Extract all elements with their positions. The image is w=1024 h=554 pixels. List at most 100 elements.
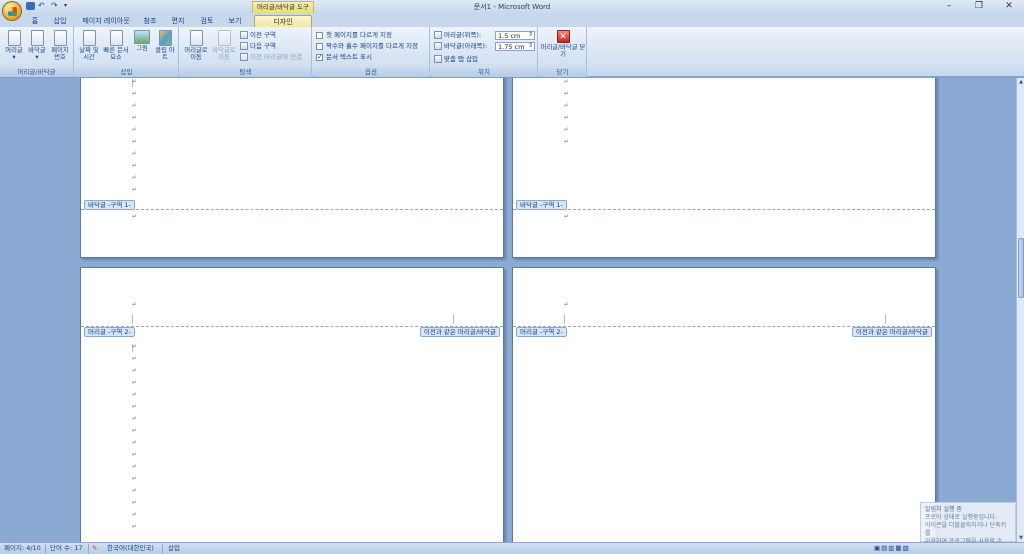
close-header-footer-button[interactable]: ✕ 머리글/바닥글 닫기 [540, 30, 586, 58]
go-to-header-label: 머리글로 이동 [184, 47, 208, 61]
paragraph-mark: ↵ [132, 511, 138, 518]
scroll-up-icon[interactable]: ▲ [1017, 78, 1024, 86]
margin-mark [132, 314, 133, 324]
tab-references[interactable]: 참조 [142, 15, 158, 27]
previous-section-icon [240, 31, 248, 39]
quick-parts-button[interactable]: 빠른 문서 요소 [103, 30, 129, 61]
page-indicator[interactable]: 페이지: 4/10 [4, 543, 41, 554]
clip-art-icon [158, 30, 172, 46]
date-time-button[interactable]: 날짜 및 시간 [77, 30, 101, 61]
status-divider [88, 544, 89, 553]
go-to-header-icon [189, 30, 203, 46]
different-odd-even-option[interactable]: 짝수와 홀수 페이지를 다르게 지정 [316, 41, 418, 51]
title-bar: 문서1 - Microsoft Word ↶ ↷ ▾ 머리글/바닥글 도구 – … [0, 0, 1024, 13]
office-button[interactable] [2, 1, 22, 21]
tab-mailings[interactable]: 편지 [170, 15, 186, 27]
paragraph-mark: ↵ [132, 439, 138, 446]
vertical-scrollbar[interactable]: ▲ ▼ [1016, 78, 1024, 542]
paragraph-mark: ↵ [564, 78, 570, 85]
header-button[interactable]: 머리글 ▾ [3, 30, 25, 61]
page-top-right[interactable]: ↵ ↵ ↵ ↵ ↵ ↵ 바닥글 -구역 1- ↵ [512, 78, 936, 258]
page-number-button[interactable]: 페이지 번호 [49, 30, 71, 61]
paragraph-mark: ↵ [132, 367, 138, 374]
header-paragraph-mark[interactable]: ↵ [132, 302, 140, 308]
paragraph-mark: ↵ [132, 499, 138, 506]
picture-button[interactable]: 그림 [131, 30, 153, 52]
show-document-text-checkbox[interactable] [316, 52, 323, 62]
footer-paragraph-mark[interactable]: ↵ [564, 214, 572, 220]
paragraph-mark: ↵ [564, 126, 570, 133]
footer-position-label: 바닥글(아래쪽): [444, 42, 488, 50]
paragraph-mark: ↵ [132, 463, 138, 470]
previous-section-button[interactable]: 이전 구역 [240, 30, 276, 40]
go-to-footer-button[interactable]: 바닥글로 이동 [210, 30, 238, 61]
group-position: 머리글(위쪽):1.5 cm 바닥글(아래쪽):1.75 cm 맞춤 탭 삽입 … [431, 27, 538, 77]
footer-position-spinner[interactable]: 1.75 cm [495, 42, 535, 51]
tab-review[interactable]: 검토 [198, 15, 216, 27]
customize-qat-icon[interactable]: ▾ [64, 2, 70, 10]
quick-parts-label: 빠른 문서 요소 [103, 47, 129, 61]
header-paragraph-mark[interactable]: ↵ [564, 302, 572, 308]
header-position-spinner[interactable]: 1.5 cm [495, 31, 535, 40]
word-count[interactable]: 단어 수: 17 [50, 543, 83, 554]
restore-icon[interactable]: ❐ [964, 0, 994, 12]
paragraph-mark: ↵ [132, 415, 138, 422]
page-bottom-right[interactable]: ↵ 머리글 -구역 2- 이전과 같은 머리글/바닥글 [512, 267, 936, 542]
group-label-insert: 삽입 [75, 68, 178, 77]
group-close: ✕ 머리글/바닥글 닫기 닫기 [539, 27, 587, 77]
same-as-previous-label: 이전과 같은 머리글/바닥글 [419, 327, 500, 337]
window-title: 문서1 - Microsoft Word [473, 3, 551, 11]
page-top-left[interactable]: ↵ ↵ ↵ ↵ ↵ ↵ ↵ ↵ ↵ ↵ 바닥글 -구역 1- ↵ [80, 78, 504, 258]
scrollbar-thumb[interactable] [1018, 238, 1024, 298]
paragraph-mark: ↵ [564, 90, 570, 97]
redo-icon[interactable]: ↷ [51, 2, 61, 10]
footer-paragraph-mark[interactable]: ↵ [132, 214, 140, 220]
save-icon[interactable] [26, 2, 35, 10]
paragraph-mark: ↵ [132, 162, 138, 169]
tab-page-layout[interactable]: 페이지 레이아웃 [80, 15, 132, 27]
go-to-header-button[interactable]: 머리글로 이동 [182, 30, 210, 61]
document-area[interactable]: ↵ ↵ ↵ ↵ ↵ ↵ ↵ ↵ ↵ ↵ 바닥글 -구역 1- ↵ ↵ ↵ ↵ ↵… [0, 78, 1016, 542]
notification-popup[interactable]: 알림처 실행 중 프로이 상태로 실행중입니다. 아이콘을 더블클릭하거나 단축… [920, 502, 1016, 553]
picture-label: 그림 [136, 45, 148, 52]
next-section-button[interactable]: 다음 구역 [240, 41, 276, 51]
insert-mode-indicator[interactable]: 삽입 [168, 543, 180, 554]
paragraph-mark: ↵ [132, 138, 138, 145]
paragraph-mark: ↵ [132, 487, 138, 494]
language-indicator[interactable]: 한국어(대한민국) [107, 543, 154, 554]
alignment-tab-icon [434, 55, 442, 63]
minimize-icon[interactable]: – [934, 0, 964, 12]
link-to-previous-button[interactable]: 이전 머리글에 연결 [240, 52, 302, 62]
insert-alignment-tab-button[interactable]: 맞춤 탭 삽입 [434, 54, 478, 64]
view-buttons-icon[interactable]: ▣▤▥▦▧ [874, 543, 910, 554]
quick-parts-icon [109, 30, 123, 46]
show-document-text-option[interactable]: 문서 텍스트 표시 [316, 52, 372, 62]
undo-icon[interactable]: ↶ [38, 2, 48, 10]
notification-title: 알림처 실행 중 [925, 506, 962, 513]
different-first-page-checkbox[interactable] [316, 31, 323, 39]
status-divider [162, 544, 163, 553]
header-button-label: 머리글 [5, 47, 23, 54]
different-first-page-option[interactable]: 첫 페이지를 다르게 지정 [316, 30, 392, 40]
tab-view[interactable]: 보기 [226, 15, 244, 27]
notification-line: 아이콘을 더블클릭하거나 단축키를 [925, 522, 1007, 537]
tab-insert[interactable]: 삽입 [52, 15, 68, 27]
paragraph-mark: ↵ [132, 379, 138, 386]
paragraph-mark: ↵ [132, 174, 138, 181]
footer-position-icon [434, 42, 442, 50]
footer-position-row: 바닥글(아래쪽): 1.75 cm [434, 41, 535, 51]
different-odd-even-checkbox[interactable] [316, 42, 323, 50]
footer-section-label: 바닥글 -구역 1- [84, 200, 135, 210]
spelling-check-icon[interactable]: ✎ [92, 543, 97, 554]
tab-design[interactable]: 디자인 [254, 15, 312, 27]
group-label-close: 닫기 [539, 68, 586, 77]
close-icon[interactable]: ✕ [994, 0, 1024, 12]
paragraph-mark: ↵ [132, 451, 138, 458]
clip-art-button[interactable]: 클립 아트 [154, 30, 176, 61]
scroll-down-icon[interactable]: ▼ [1017, 534, 1024, 542]
date-time-label: 날짜 및 시간 [79, 47, 99, 61]
footer-button[interactable]: 바닥글 ▾ [26, 30, 48, 61]
tab-home[interactable]: 홈 [28, 15, 42, 27]
page-bottom-left[interactable]: ↵ 머리글 -구역 2- 이전과 같은 머리글/바닥글 ↵ ↵ ↵ ↵ ↵ ↵ … [80, 267, 504, 542]
footer-boundary [81, 209, 503, 210]
